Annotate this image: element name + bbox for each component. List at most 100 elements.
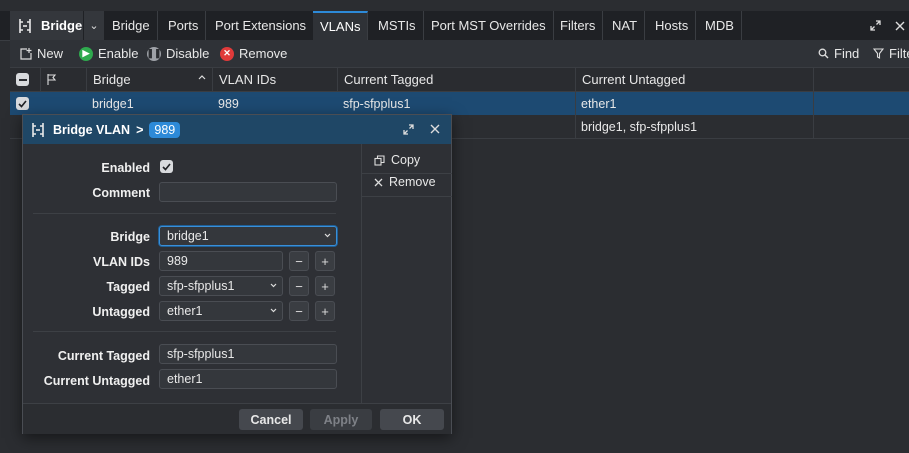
tab-label: Filters <box>560 18 596 33</box>
tab-label: NAT <box>612 18 638 33</box>
minus-icon: − <box>295 253 303 269</box>
divider <box>33 213 336 214</box>
plus-icon: + <box>321 278 329 294</box>
remove-label: Remove <box>239 46 288 61</box>
new-button[interactable]: New <box>20 40 63 67</box>
disable-button[interactable]: ❚❚ Disable <box>146 40 210 67</box>
bridge-icon <box>16 17 34 35</box>
table-row[interactable]: bridge1 989 sfp-sfpplus1 ether1 <box>10 92 909 115</box>
remove-button[interactable]: ✕ Remove <box>220 40 287 67</box>
chevron-down-icon <box>324 232 331 239</box>
enable-button[interactable]: ▶ Enable <box>79 40 138 67</box>
new-icon <box>20 47 32 60</box>
column-header-current-tagged[interactable]: Current Tagged <box>337 68 575 91</box>
add-untagged-button[interactable]: + <box>315 301 335 321</box>
cancel-button[interactable]: Cancel <box>239 409 303 430</box>
remove-tagged-button[interactable]: − <box>289 276 309 296</box>
vlan-ids-field[interactable] <box>159 251 283 271</box>
current-untagged-label: Current Untagged <box>43 374 150 388</box>
dialog-title-bar[interactable]: Bridge VLAN > 989 <box>23 115 451 144</box>
table-header: Bridge VLAN IDs Current Tagged Current U… <box>10 68 909 92</box>
row-checkbox[interactable] <box>10 92 40 115</box>
tagged-label: Tagged <box>106 280 150 294</box>
vlan-ids-label: VLAN IDs <box>93 255 150 269</box>
bridge-select[interactable]: bridge1 <box>159 226 337 246</box>
close-icon <box>374 178 383 187</box>
minus-icon: − <box>295 303 303 319</box>
current-untagged-field <box>159 369 337 389</box>
tab-port-mst-overrides[interactable]: Port MST Overrides <box>424 11 554 40</box>
tab-mdb[interactable]: MDB <box>698 11 742 40</box>
find-button[interactable]: Find <box>818 40 859 67</box>
untagged-select-value: ether1 <box>167 304 203 318</box>
restore-icon[interactable] <box>403 124 414 135</box>
window-title-label: Bridge <box>41 18 83 33</box>
tab-mstis[interactable]: MSTIs <box>371 11 424 40</box>
close-icon[interactable] <box>895 21 905 31</box>
current-tagged-label: Current Tagged <box>57 349 150 363</box>
copy-label: Copy <box>391 153 421 167</box>
tab-label: Ports <box>168 18 199 33</box>
enabled-checkbox[interactable] <box>160 160 173 173</box>
select-all-checkbox[interactable] <box>10 68 40 91</box>
tagged-select-value: sfp-sfpplus1 <box>167 279 235 293</box>
cell-current-tagged: sfp-sfpplus1 <box>343 96 411 111</box>
comment-field[interactable] <box>159 182 337 202</box>
tab-label: Port Extensions <box>215 18 307 33</box>
restore-icon[interactable] <box>870 20 881 31</box>
tab-hosts[interactable]: Hosts <box>648 11 697 40</box>
column-label: VLAN IDs <box>219 72 277 87</box>
copy-icon <box>374 154 385 166</box>
column-divider <box>813 92 814 138</box>
minus-icon: − <box>295 278 303 294</box>
find-label: Find <box>834 46 860 61</box>
disable-label: Disable <box>166 46 210 61</box>
tab-label: VLANs <box>320 19 361 34</box>
ok-button[interactable]: OK <box>380 409 444 430</box>
column-header-bridge[interactable]: Bridge <box>86 68 212 91</box>
checkmark-icon <box>16 97 29 110</box>
vlan-id-badge: 989 <box>149 121 181 138</box>
untagged-select[interactable]: ether1 <box>159 301 283 321</box>
tab-ports[interactable]: Ports <box>161 11 207 40</box>
close-icon[interactable] <box>430 124 440 134</box>
tab-filters[interactable]: Filters <box>553 11 604 40</box>
sort-up-icon <box>198 74 206 80</box>
copy-button[interactable]: Copy <box>374 153 420 167</box>
column-header-empty <box>813 68 909 91</box>
add-vlan-id-button[interactable]: + <box>315 251 335 271</box>
tab-vlans[interactable]: VLANs <box>313 11 369 40</box>
column-header-current-untagged[interactable]: Current Untagged <box>575 68 813 91</box>
apply-button[interactable]: Apply <box>310 409 372 430</box>
remove-untagged-button[interactable]: − <box>289 301 309 321</box>
column-header-vlan-ids[interactable]: VLAN IDs <box>212 68 337 91</box>
bridge-label: Bridge <box>110 230 150 244</box>
add-tagged-button[interactable]: + <box>315 276 335 296</box>
bridge-icon <box>29 121 47 139</box>
remove-icon: ✕ <box>220 46 234 61</box>
checkmark-icon <box>160 160 173 173</box>
window-controls <box>870 11 909 40</box>
filter-icon <box>873 48 884 59</box>
chevron-down-icon[interactable]: ⌄ <box>84 11 104 40</box>
chevron-down-icon <box>270 307 277 314</box>
divider <box>362 196 452 197</box>
tab-label: MDB <box>705 18 734 33</box>
remove-vlan-id-button[interactable]: − <box>289 251 309 271</box>
remove-label: Remove <box>389 175 436 189</box>
remove-button[interactable]: Remove <box>374 175 436 189</box>
column-divider <box>575 92 576 138</box>
tab-bridge[interactable]: Bridge <box>105 11 158 40</box>
enable-label: Enable <box>98 46 139 61</box>
dialog-footer: Cancel Apply OK <box>23 403 451 434</box>
current-tagged-field <box>159 344 337 364</box>
search-icon <box>818 48 829 59</box>
divider <box>362 173 452 174</box>
filter-button[interactable]: Filte <box>873 40 909 67</box>
comment-label: Comment <box>92 186 150 200</box>
column-label: Current Tagged <box>344 72 434 87</box>
tab-port-extensions[interactable]: Port Extensions <box>208 11 315 40</box>
tab-nat[interactable]: NAT <box>605 11 646 40</box>
tagged-select[interactable]: sfp-sfpplus1 <box>159 276 283 296</box>
flag-column-header[interactable] <box>40 68 86 91</box>
